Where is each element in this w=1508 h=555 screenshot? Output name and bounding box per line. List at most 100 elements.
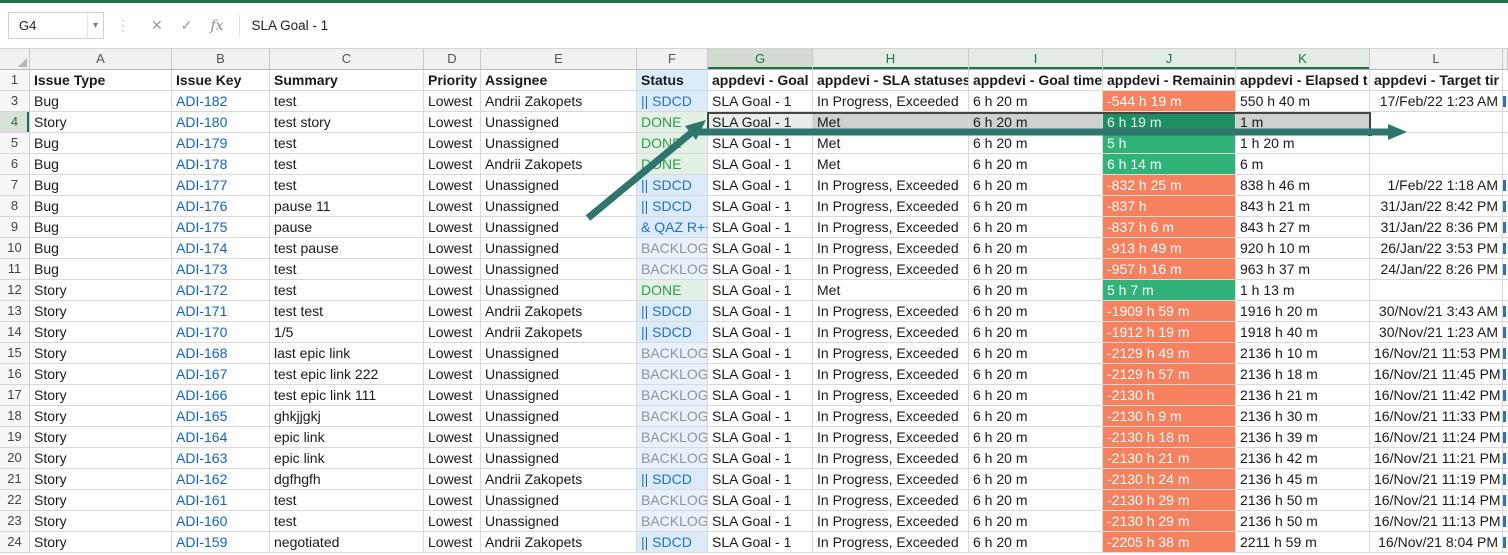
select-all-corner[interactable] (0, 49, 30, 70)
cell-goal[interactable]: SLA Goal - 1 (708, 112, 813, 133)
cell-remaining[interactable]: -837 h 6 m (1103, 217, 1236, 238)
cell-goal[interactable]: SLA Goal - 1 (708, 133, 813, 154)
cell-target[interactable]: 16/Nov/21 11:19 PM (1370, 469, 1503, 490)
row-header-12[interactable]: 12 (0, 280, 30, 301)
cell-goal_time[interactable]: 6 h 20 m (969, 511, 1103, 532)
cell-key[interactable]: ADI-177 (172, 175, 270, 196)
cell-elapsed[interactable]: 550 h 40 m (1236, 91, 1370, 112)
cell-sla[interactable]: In Progress, Exceeded (813, 259, 969, 280)
row-header-6[interactable]: 6 (0, 154, 30, 175)
cell-key[interactable]: ADI-178 (172, 154, 270, 175)
cell-target[interactable] (1370, 112, 1503, 133)
cell-remaining[interactable]: -2130 h 24 m (1103, 469, 1236, 490)
cell-status[interactable]: || SDCD (637, 322, 708, 343)
cell-goal[interactable]: SLA Goal - 1 (708, 217, 813, 238)
cell-goal_time[interactable]: 6 h 20 m (969, 280, 1103, 301)
cell-assignee[interactable]: Andrii Zakopets (481, 532, 637, 553)
cell-goal_time[interactable]: 6 h 20 m (969, 91, 1103, 112)
cell-target[interactable]: 31/Jan/22 8:36 PM (1370, 217, 1503, 238)
cell-priority[interactable]: Lowest (424, 133, 481, 154)
cell-summary[interactable]: test epic link 222 (270, 364, 424, 385)
cell-status[interactable]: BACKLOG (637, 511, 708, 532)
cell-key[interactable]: ADI-168 (172, 343, 270, 364)
cell-sla[interactable]: In Progress, Exceeded (813, 385, 969, 406)
cell-assignee[interactable]: Andrii Zakopets (481, 301, 637, 322)
cell-status[interactable]: BACKLOG (637, 490, 708, 511)
column-header-J[interactable]: J (1103, 49, 1236, 70)
cell-key[interactable]: ADI-163 (172, 448, 270, 469)
cell-assignee[interactable]: Unassigned (481, 238, 637, 259)
cell-type[interactable]: Story (30, 490, 172, 511)
cell-remaining[interactable]: -2205 h 38 m (1103, 532, 1236, 553)
cell-elapsed[interactable]: 2136 h 10 m (1236, 343, 1370, 364)
cell-sla[interactable]: In Progress, Exceeded (813, 343, 969, 364)
cell-summary[interactable]: test (270, 133, 424, 154)
cell-status[interactable]: BACKLOG (637, 238, 708, 259)
cell-goal_time[interactable]: 6 h 20 m (969, 322, 1103, 343)
header-cell-status[interactable]: Status (637, 70, 708, 91)
cell-type[interactable]: Story (30, 532, 172, 553)
cell-elapsed[interactable]: 1918 h 40 m (1236, 322, 1370, 343)
cell-target[interactable]: 16/Nov/21 11:33 PM (1370, 406, 1503, 427)
cell-summary[interactable]: test (270, 259, 424, 280)
cell-goal[interactable]: SLA Goal - 1 (708, 448, 813, 469)
cell-remaining[interactable]: -2130 h (1103, 385, 1236, 406)
column-header-G[interactable]: G (708, 49, 813, 70)
cell-target[interactable]: 16/Nov/21 11:14 PM (1370, 490, 1503, 511)
cell-elapsed[interactable]: 838 h 46 m (1236, 175, 1370, 196)
header-cell-assignee[interactable]: Assignee (481, 70, 637, 91)
cell-summary[interactable]: test (270, 280, 424, 301)
cell-priority[interactable]: Lowest (424, 385, 481, 406)
cell-elapsed[interactable]: 2211 h 59 m (1236, 532, 1370, 553)
cell-assignee[interactable]: Andrii Zakopets (481, 91, 637, 112)
cell-priority[interactable]: Lowest (424, 91, 481, 112)
row-header-1[interactable]: 1 (0, 70, 30, 91)
header-cell-remaining[interactable]: appdevi - Remainin (1103, 70, 1236, 91)
cell-priority[interactable]: Lowest (424, 511, 481, 532)
cell-priority[interactable]: Lowest (424, 217, 481, 238)
cell-key[interactable]: ADI-176 (172, 196, 270, 217)
cell-target[interactable]: 30/Nov/21 3:43 AM (1370, 301, 1503, 322)
cell-summary[interactable]: negotiated (270, 532, 424, 553)
header-cell-type[interactable]: Issue Type (30, 70, 172, 91)
cell-key[interactable]: ADI-160 (172, 511, 270, 532)
column-header-H[interactable]: H (813, 49, 969, 70)
cell-goal[interactable]: SLA Goal - 1 (708, 91, 813, 112)
cell-key[interactable]: ADI-162 (172, 469, 270, 490)
cell-sla[interactable]: In Progress, Exceeded (813, 364, 969, 385)
cancel-icon[interactable]: ✕ (151, 17, 163, 34)
cell-status[interactable]: BACKLOG (637, 259, 708, 280)
cell-priority[interactable]: Lowest (424, 154, 481, 175)
cell-elapsed[interactable]: 2136 h 50 m (1236, 490, 1370, 511)
cell-target[interactable]: 1/Feb/22 1:18 AM (1370, 175, 1503, 196)
cell-key[interactable]: ADI-180 (172, 112, 270, 133)
cell-remaining[interactable]: -913 h 49 m (1103, 238, 1236, 259)
fill-handle[interactable] (1367, 131, 1373, 137)
cell-remaining[interactable]: -2130 h 21 m (1103, 448, 1236, 469)
cell-goal[interactable]: SLA Goal - 1 (708, 406, 813, 427)
cell-goal[interactable]: SLA Goal - 1 (708, 532, 813, 553)
cell-status[interactable]: BACKLOG (637, 448, 708, 469)
cell-goal_time[interactable]: 6 h 20 m (969, 154, 1103, 175)
header-cell-goal[interactable]: appdevi - Goal (708, 70, 813, 91)
cell-type[interactable]: Story (30, 511, 172, 532)
cell-goal[interactable]: SLA Goal - 1 (708, 427, 813, 448)
row-header-22[interactable]: 22 (0, 490, 30, 511)
cell-elapsed[interactable]: 920 h 10 m (1236, 238, 1370, 259)
cell-assignee[interactable]: Unassigned (481, 490, 637, 511)
cell-type[interactable]: Bug (30, 238, 172, 259)
cell-elapsed[interactable]: 1 h 20 m (1236, 133, 1370, 154)
cell-target[interactable]: 17/Feb/22 1:23 AM (1370, 91, 1503, 112)
cell-key[interactable]: ADI-179 (172, 133, 270, 154)
cell-target[interactable]: 16/Nov/21 11:13 PM (1370, 511, 1503, 532)
cell-assignee[interactable]: Unassigned (481, 343, 637, 364)
row-header-9[interactable]: 9 (0, 217, 30, 238)
cell-summary[interactable]: test test (270, 301, 424, 322)
cell-key[interactable]: ADI-166 (172, 385, 270, 406)
cell-goal[interactable]: SLA Goal - 1 (708, 175, 813, 196)
cell-sla[interactable]: In Progress, Exceeded (813, 469, 969, 490)
cell-type[interactable]: Story (30, 343, 172, 364)
cell-elapsed[interactable]: 6 m (1236, 154, 1370, 175)
column-header-C[interactable]: C (270, 49, 424, 70)
cell-sla[interactable]: In Progress, Exceeded (813, 322, 969, 343)
